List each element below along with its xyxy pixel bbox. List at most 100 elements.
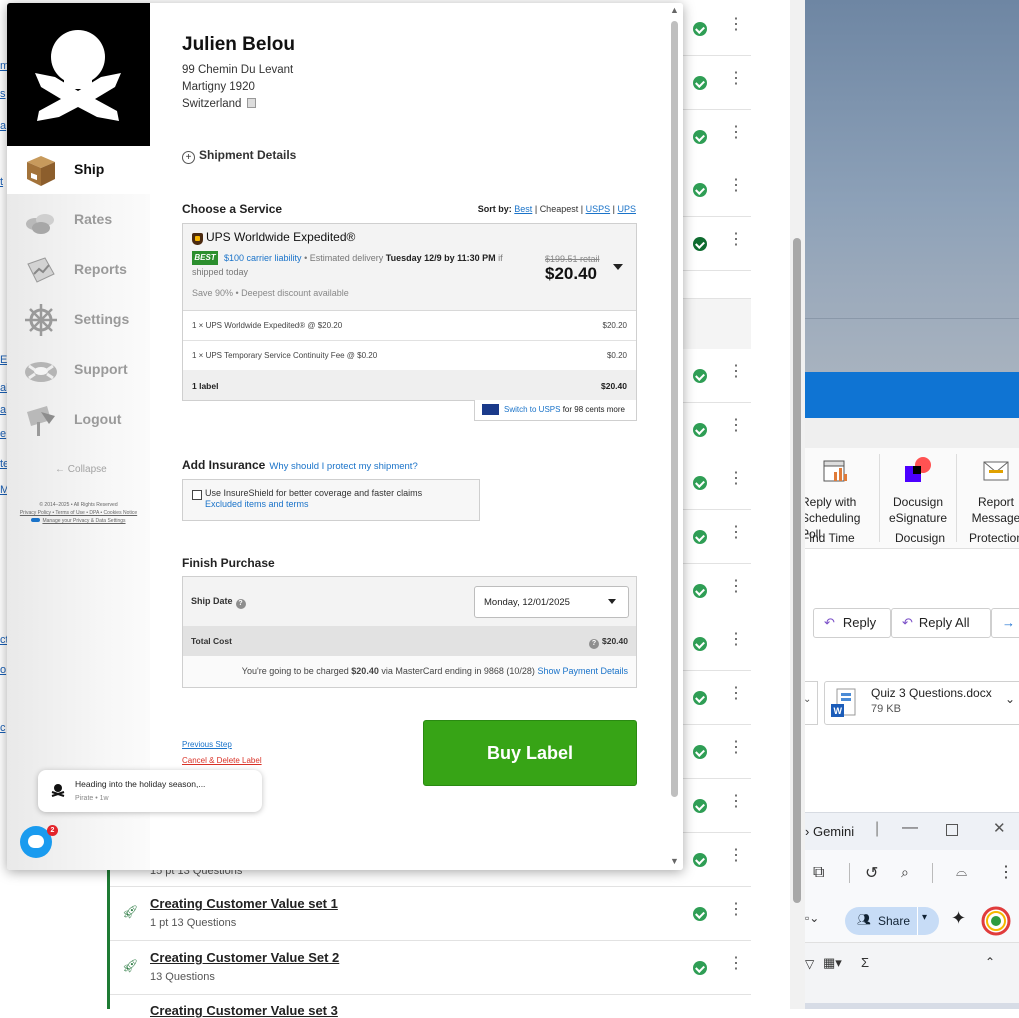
sidebar-item-ship[interactable]: Ship xyxy=(7,146,150,194)
previous-attachment[interactable]: ⌄ xyxy=(805,681,818,725)
chevron-up-icon[interactable]: ⌃ xyxy=(985,955,995,969)
reply-all-button[interactable]: ↶ Reply All xyxy=(891,608,991,638)
kebab-menu-icon[interactable]: ⋮ xyxy=(728,902,744,918)
kebab-menu-icon[interactable]: ⋮ xyxy=(728,848,744,864)
sort-ups-link[interactable]: UPS xyxy=(617,204,636,214)
kebab-menu-icon[interactable]: ⋮ xyxy=(728,956,744,972)
kebab-menu-icon[interactable]: ⋮ xyxy=(728,17,744,33)
sort-cheapest-link[interactable]: Cheapest xyxy=(540,204,579,214)
chevron-down-icon[interactable] xyxy=(613,264,623,270)
kebab-menu-icon[interactable]: ⋮ xyxy=(728,71,744,87)
kebab-menu-icon[interactable]: ⋮ xyxy=(728,579,744,595)
list-item[interactable]: 🚀︎ Creating Customer Value set 1 1 pt 13… xyxy=(110,887,751,941)
kebab-menu-icon[interactable]: ⋮ xyxy=(728,178,744,194)
close-icon[interactable]: ✕ xyxy=(993,819,1006,837)
edge-link[interactable]: o xyxy=(0,664,6,676)
chevron-down-icon[interactable]: ⌄ xyxy=(1005,692,1015,706)
edge-link[interactable]: e xyxy=(0,428,6,440)
cancel-delete-label-link[interactable]: Cancel & Delete Label xyxy=(182,756,262,765)
extensions-icon[interactable]: ⧉ xyxy=(813,864,824,882)
line-item: 1 × UPS Temporary Service Continuity Fee… xyxy=(183,341,636,371)
privacy-settings-link[interactable]: Manage your Privacy & Data Settings xyxy=(13,517,144,525)
scroll-down-icon[interactable]: ▼ xyxy=(670,856,679,866)
filter-icon[interactable]: ▽ xyxy=(805,957,814,971)
reply-button[interactable]: ↶ Reply xyxy=(813,608,891,638)
help-icon[interactable]: ? xyxy=(589,639,599,649)
check-icon xyxy=(693,476,707,490)
scheduling-poll-button[interactable]: Reply with Scheduling Poll xyxy=(805,456,871,542)
sidebar-item-logout[interactable]: Logout xyxy=(7,396,150,444)
kebab-menu-icon[interactable]: ⋮ xyxy=(728,794,744,810)
shipment-details-toggle[interactable]: + Shipment Details xyxy=(182,148,296,164)
chat-notification[interactable]: Heading into the holiday season,... Pira… xyxy=(38,770,262,812)
list-item-title[interactable]: Creating Customer Value set 1 xyxy=(150,896,338,911)
show-payment-details-link[interactable]: Show Payment Details xyxy=(537,666,628,676)
report-message-button[interactable]: Report Message xyxy=(963,456,1019,526)
check-icon xyxy=(693,691,707,705)
page-scrollbar[interactable] xyxy=(790,0,805,1009)
kebab-menu-icon[interactable]: ⋮ xyxy=(728,471,744,487)
switch-to-usps[interactable]: Switch to USPS for 98 cents more xyxy=(474,400,637,421)
edge-link[interactable]: a xyxy=(0,404,6,416)
ribbon-group-label: Docusign xyxy=(895,531,946,545)
kebab-menu-icon[interactable]: ⋮ xyxy=(728,418,744,434)
maximize-icon[interactable] xyxy=(946,824,958,836)
edge-link[interactable]: s xyxy=(0,88,6,100)
legal-links[interactable]: Privacy Policy • Terms of Use • DPA • Co… xyxy=(13,509,144,517)
history-icon[interactable]: ↺ xyxy=(865,863,878,883)
sum-icon[interactable]: Σ xyxy=(861,955,869,970)
collapse-button[interactable]: ← Collapse xyxy=(55,464,107,475)
kebab-menu-icon[interactable]: ⋮ xyxy=(728,740,744,756)
video-icon[interactable]: ▫⌄ xyxy=(805,911,819,925)
sort-best-link[interactable]: Best xyxy=(514,204,532,214)
why-protect-link[interactable]: Why should I protect my shipment? xyxy=(269,461,417,472)
profile-avatar[interactable] xyxy=(981,906,1011,936)
scrollbar-thumb[interactable] xyxy=(793,238,801,903)
scroll-up-icon[interactable]: ▲ xyxy=(670,5,679,15)
more-menu-icon[interactable]: ⋮ xyxy=(998,862,1014,882)
list-item-title[interactable]: Creating Customer Value set 3 xyxy=(150,1003,338,1018)
chevron-down-icon[interactable]: ▾ xyxy=(922,912,927,923)
kebab-menu-icon[interactable]: ⋮ xyxy=(728,525,744,541)
selected-service[interactable]: UPS Worldwide Expedited® $100 carrier li… xyxy=(183,224,636,311)
chevron-down-icon xyxy=(608,599,616,604)
forward-button[interactable]: → xyxy=(991,608,1019,638)
list-item[interactable]: Creating Customer Value set 3 xyxy=(110,995,751,1018)
copy-icon[interactable] xyxy=(246,98,256,108)
help-icon[interactable]: ? xyxy=(235,599,246,609)
kebab-menu-icon[interactable]: ⋮ xyxy=(728,232,744,248)
sidebar-item-support[interactable]: Support xyxy=(7,346,150,394)
sidebar-item-reports[interactable]: Reports xyxy=(7,246,150,294)
previous-step-link[interactable]: Previous Step xyxy=(182,740,232,749)
modal-scrollbar[interactable]: ▲ ▼ xyxy=(667,3,683,870)
search-tab-icon[interactable]: ⌕ xyxy=(901,864,909,881)
list-item-title[interactable]: Creating Customer Value Set 2 xyxy=(150,950,339,965)
table-icon[interactable]: ▦▾ xyxy=(823,955,842,971)
kebab-menu-icon[interactable]: ⋮ xyxy=(728,632,744,648)
gemini-toolbar: ⧉ ↺ ⌕ ⌓ ⋮ xyxy=(805,850,1019,900)
sidebar-item-rates[interactable]: Rates xyxy=(7,196,150,244)
sidebar-item-settings[interactable]: Settings xyxy=(7,296,150,344)
buy-label-button[interactable]: Buy Label xyxy=(423,720,637,786)
incognito-icon[interactable]: ⌓ xyxy=(956,863,967,880)
minimize-icon[interactable]: — xyxy=(902,819,918,837)
attachment-card[interactable]: W Quiz 3 Questions.docx 79 KB ⌄ xyxy=(824,681,1019,725)
excluded-items-link[interactable]: Excluded items and terms xyxy=(205,499,309,509)
retail-price: $199.51 retail xyxy=(545,254,600,264)
attachment-name: Quiz 3 Questions.docx xyxy=(871,686,992,700)
savings-text: Save 90% • Deepest discount available xyxy=(192,288,349,298)
kebab-menu-icon[interactable]: ⋮ xyxy=(728,686,744,702)
docusign-button[interactable]: Docusign eSignature xyxy=(885,456,951,526)
edge-link[interactable]: a xyxy=(0,120,6,132)
share-button[interactable]: 👥︎ Share ▾ xyxy=(845,907,939,935)
scrollbar-thumb[interactable] xyxy=(671,21,678,797)
ship-date-select[interactable]: Monday, 12/01/2025 xyxy=(474,586,629,618)
sort-usps-link[interactable]: USPS xyxy=(586,204,611,214)
kebab-menu-icon[interactable]: ⋮ xyxy=(728,125,744,141)
edge-link[interactable]: c xyxy=(0,722,6,734)
insureshield-checkbox[interactable] xyxy=(192,490,202,500)
edge-link[interactable]: t xyxy=(0,176,3,188)
list-item[interactable]: 🚀︎ Creating Customer Value Set 2 13 Ques… xyxy=(110,941,751,995)
kebab-menu-icon[interactable]: ⋮ xyxy=(728,364,744,380)
sparkle-icon[interactable]: ✦ xyxy=(951,908,966,929)
